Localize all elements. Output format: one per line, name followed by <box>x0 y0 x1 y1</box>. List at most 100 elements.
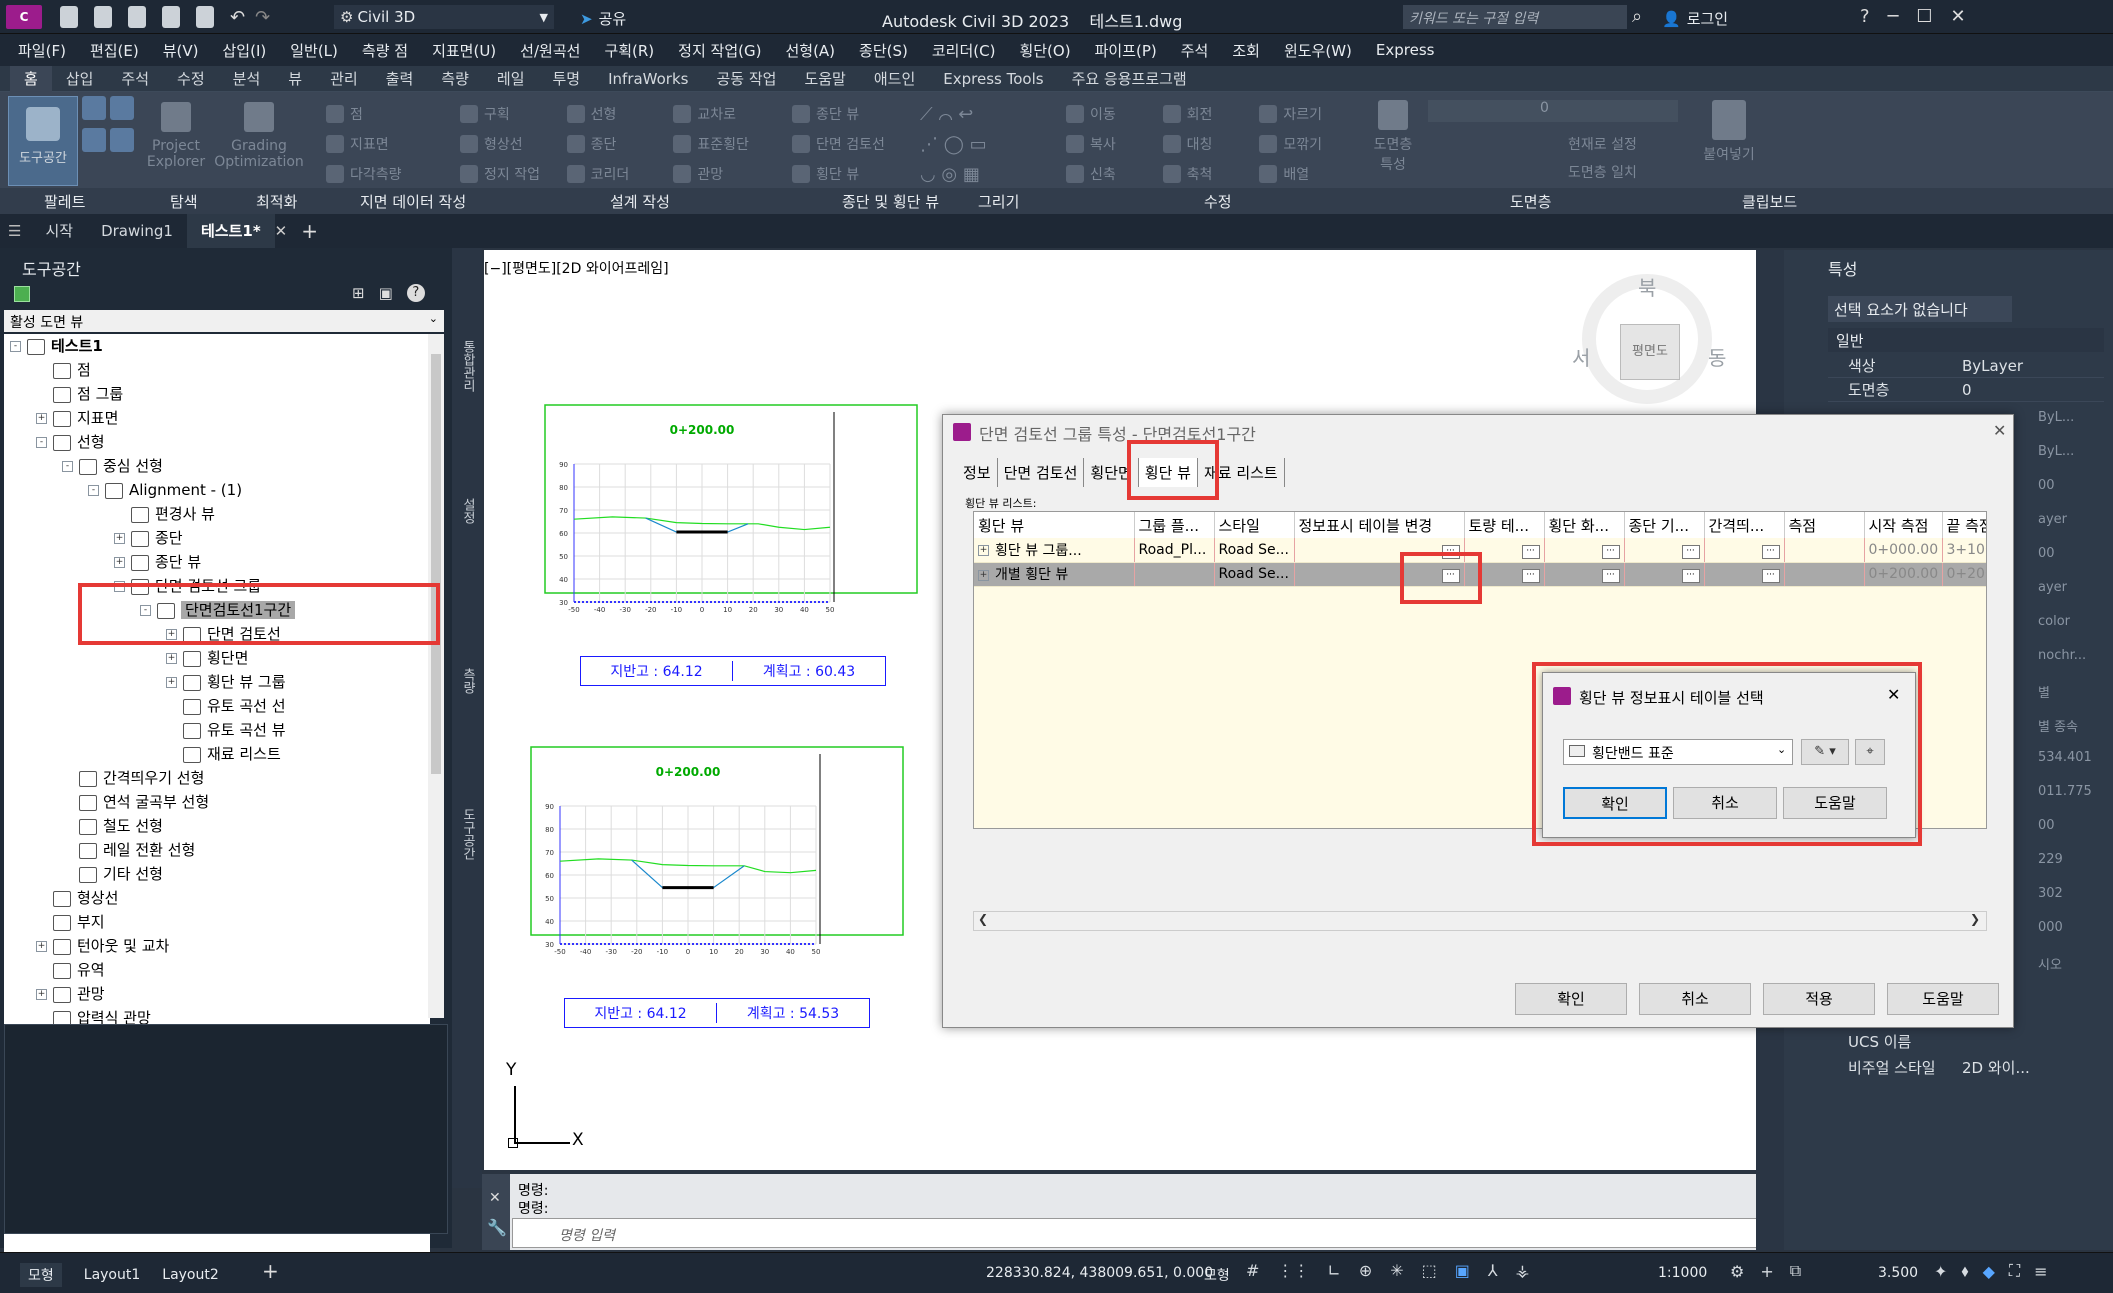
ribbon-tool[interactable]: 표준횡단 <box>673 134 749 154</box>
menu-item[interactable]: 지표면(U) <box>432 40 496 61</box>
view-select[interactable]: 활성 도면 뷰 ⌄ <box>4 310 444 332</box>
table-style-select[interactable]: 횡단밴드 표준 <box>1563 739 1793 765</box>
column-header[interactable]: 횡단 뷰 <box>974 512 1135 538</box>
tree-item[interactable]: + 단면 검토선 <box>10 622 430 646</box>
ribbon-tool[interactable]: 선형 <box>566 104 616 124</box>
viewcube-face[interactable]: 평면도 <box>1620 324 1680 380</box>
expand-icon[interactable]: + <box>36 941 47 952</box>
menu-item[interactable]: 파일(F) <box>18 40 66 61</box>
menu-item[interactable]: 파이프(P) <box>1095 40 1157 61</box>
new-tab-icon[interactable]: + <box>301 219 318 243</box>
section-view-2[interactable]: 0+200.0090807060504030-50 -40 -30 -20 -10 0 10… <box>530 746 906 1036</box>
ribbon-tool[interactable]: 대칭 <box>1162 134 1212 154</box>
viewcube-west[interactable]: 서 <box>1572 342 1590 371</box>
tree-item[interactable]: + 관망 <box>10 982 430 1006</box>
ribbon-panel-title[interactable]: 지면 데이터 작성 <box>360 191 466 212</box>
dialog-tab[interactable]: 단면 검토선 <box>998 457 1085 487</box>
ribbon-panel-title[interactable]: 수정 <box>1204 191 1232 212</box>
ribbon-tab[interactable]: 관리 <box>316 66 372 92</box>
ellipsis-button[interactable]: ··· <box>1681 544 1700 559</box>
close-icon[interactable]: ✕ <box>1951 6 1966 27</box>
model-space-toggle[interactable]: 모형 <box>1204 1265 1230 1285</box>
menu-item[interactable]: 뷰(V) <box>163 40 199 61</box>
collapse-icon[interactable]: - <box>10 341 21 352</box>
tree-item[interactable]: 유역 <box>10 958 430 982</box>
ellipsis-button[interactable]: ··· <box>1601 569 1620 583</box>
column-header[interactable]: 측점 <box>1784 512 1865 538</box>
coordinates[interactable]: 228330.824, 438009.651, 0.000 <box>986 1265 1213 1281</box>
grid-icon[interactable]: # <box>1246 1261 1259 1280</box>
ribbon-tab[interactable]: 공동 작업 <box>702 66 790 92</box>
window-icon[interactable]: ▣ <box>379 284 393 302</box>
tree-item[interactable]: - 단면 검토선 그룹 <box>10 574 430 598</box>
document-tab[interactable]: Drawing1 <box>87 214 187 248</box>
project-explorer-button[interactable]: Project Explorer <box>146 96 206 170</box>
collapse-icon[interactable]: - <box>114 581 125 592</box>
osnap-icon[interactable]: ⬚ <box>1422 1261 1437 1280</box>
collapse-icon[interactable]: - <box>36 437 47 448</box>
layers-icon[interactable]: ⧉ <box>1790 1261 1801 1281</box>
ribbon-tool[interactable]: 회전 <box>1162 104 1212 124</box>
grading-optimization-button[interactable]: Grading Optimization <box>212 96 306 170</box>
palette-icon[interactable] <box>110 96 134 120</box>
menu-item[interactable]: 삽입(I) <box>223 40 267 61</box>
subdialog-close-icon[interactable]: ✕ <box>1887 685 1900 704</box>
ribbon-tool[interactable]: 구획 <box>460 104 510 124</box>
ribbon-tool[interactable]: 종단 <box>566 134 616 154</box>
ellipsis-button[interactable]: ··· <box>1441 544 1460 559</box>
share-button[interactable]: ➤ 공유 <box>580 8 626 29</box>
ribbon-tab[interactable]: 투명 <box>539 66 595 92</box>
menu-item[interactable]: 코리더(C) <box>932 40 996 61</box>
ribbon-panel-title[interactable]: 종단 및 횡단 뷰 <box>842 191 939 212</box>
tag-icon[interactable]: ⬧ <box>1961 1261 1968 1281</box>
tree-item[interactable]: 철도 선형 <box>10 814 430 838</box>
ribbon-tool[interactable]: 정지 작업 <box>460 164 540 184</box>
menu-item[interactable]: 윈도우(W) <box>1284 40 1352 61</box>
ribbon-tab[interactable]: 출력 <box>372 66 428 92</box>
side-tab[interactable]: 설정 <box>458 498 477 558</box>
undo-icon[interactable]: ↶ <box>230 7 245 28</box>
toolspace-button[interactable]: 도구공간 <box>8 96 78 186</box>
menu-item[interactable]: 측량 점 <box>362 40 408 61</box>
viewcube-north[interactable]: 북 <box>1638 272 1656 301</box>
layer-dropdown[interactable]: 0 <box>1428 100 1678 122</box>
column-header[interactable]: 그룹 플... <box>1134 512 1215 538</box>
tree-item[interactable]: - 테스트1 <box>10 334 430 358</box>
ribbon-tab[interactable]: 삽입 <box>52 66 108 92</box>
maximize-icon[interactable]: ☐ <box>1916 6 1932 27</box>
ribbon-panel-title[interactable]: 최적화 <box>256 191 297 212</box>
tree-item[interactable]: 점 그룹 <box>10 382 430 406</box>
lineweight-icon[interactable]: ▣ <box>1455 1261 1470 1280</box>
side-tab[interactable]: 도구공간 <box>458 808 477 918</box>
ribbon-tool[interactable]: 점 <box>326 104 363 124</box>
menu-item[interactable]: 일반(L) <box>290 40 338 61</box>
ribbon-tab[interactable]: 수정 <box>163 66 219 92</box>
plot-icon[interactable] <box>196 6 214 28</box>
tree-item[interactable]: - Alignment - (1) <box>10 478 430 502</box>
annotation-scale[interactable]: 1:1000 <box>1658 1265 1707 1281</box>
dialog-button[interactable]: 도움말 <box>1887 983 1999 1015</box>
collapse-icon[interactable]: - <box>62 461 73 472</box>
close-tab-icon[interactable]: ✕ <box>275 222 288 240</box>
collapse-icon[interactable]: - <box>88 485 99 496</box>
isolate-icon[interactable]: ◆ <box>1983 1262 1995 1281</box>
pick-style-button[interactable]: ⌖ <box>1855 739 1885 765</box>
ribbon-panel-title[interactable]: 탐색 <box>170 191 198 212</box>
search-input[interactable]: 키워드 또는 구절 입력 <box>1403 5 1627 29</box>
subdialog-button[interactable]: 취소 <box>1673 787 1777 819</box>
new-icon[interactable] <box>60 6 78 28</box>
menu-item[interactable]: 조회 <box>1232 40 1260 61</box>
ribbon-tool[interactable]: 배열 <box>1259 164 1309 184</box>
viewport-label[interactable]: [−][평면도][2D 와이어프레임] <box>484 258 669 278</box>
ribbon-tool[interactable]: 지표면 <box>326 134 389 154</box>
tree-item[interactable]: + 지표면 <box>10 406 430 430</box>
add-layout-icon[interactable]: + <box>262 1259 279 1283</box>
expand-icon[interactable]: + <box>166 653 177 664</box>
close-icon[interactable]: ✕ <box>489 1190 501 1206</box>
dialog-tab[interactable]: 횡단면 <box>1084 457 1139 487</box>
menu-item[interactable]: 횡단(O) <box>1019 40 1070 61</box>
ribbon-panel-title[interactable]: 도면층 <box>1510 191 1551 212</box>
save-as-icon[interactable] <box>162 6 180 28</box>
ribbon-tool[interactable]: 신축 <box>1066 164 1116 184</box>
dialog-button[interactable]: 확인 <box>1515 983 1627 1015</box>
